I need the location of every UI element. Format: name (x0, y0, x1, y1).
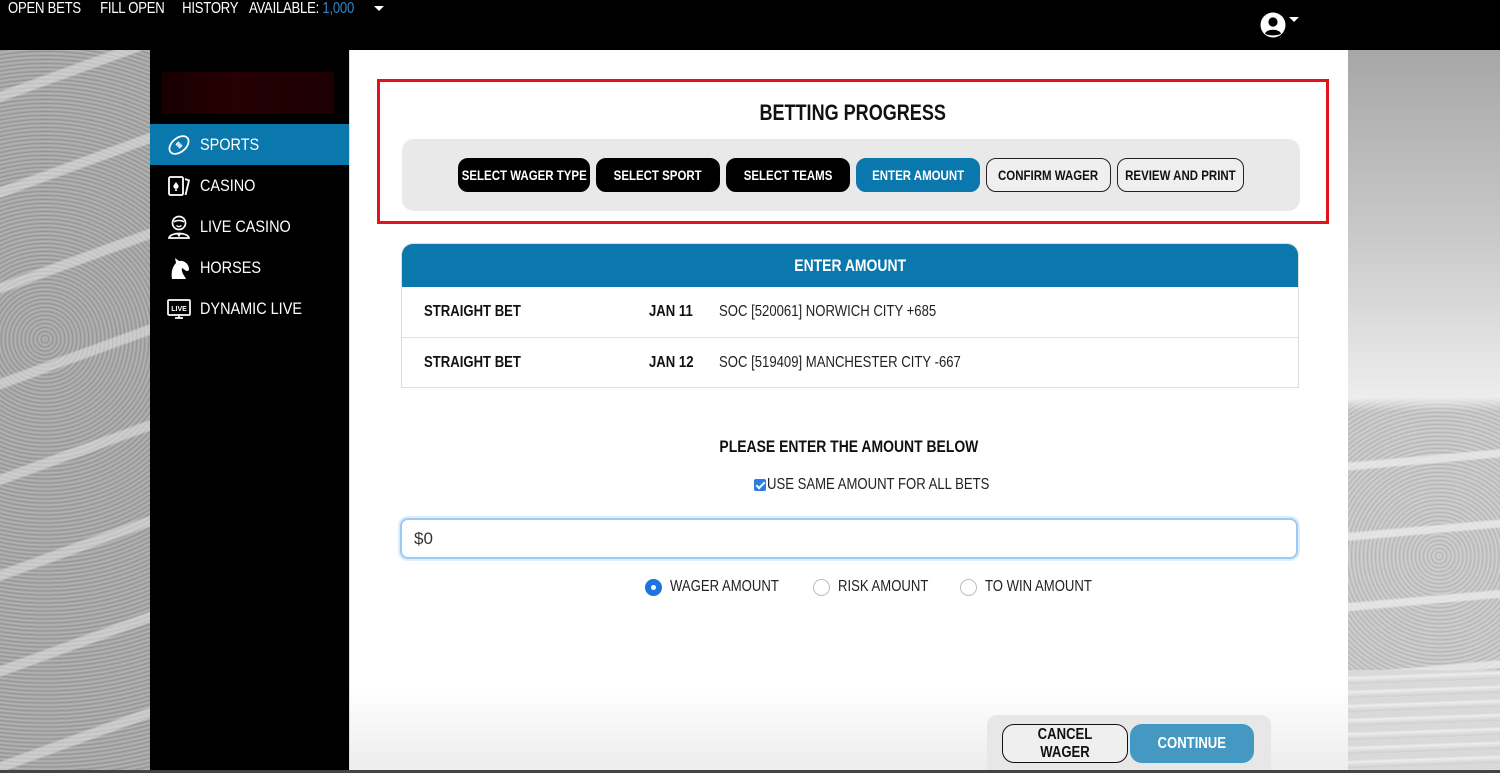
nav-fill-open-label: FILL OPEN (100, 0, 165, 17)
available-amount: 1,000 (322, 0, 355, 17)
same-amount-checkbox[interactable] (754, 479, 766, 491)
bet-date: JAN 11 (649, 303, 693, 320)
sidebar-item-casino[interactable]: CASINO (150, 165, 349, 206)
nav-open-bets-label: OPEN BETS (8, 0, 81, 17)
wager-actions: CANCEL WAGER CONTINUE (987, 715, 1271, 773)
step-select-wager-type[interactable]: SELECT WAGER TYPE (458, 158, 590, 192)
bet-type: STRAIGHT BET (424, 303, 521, 320)
bet-date: JAN 12 (649, 354, 694, 371)
bet-row: STRAIGHT BET JAN 12 SOC [519409] MANCHES… (402, 338, 1298, 387)
sidebar-item-horses[interactable]: HORSES (150, 247, 349, 288)
step-review-and-print[interactable]: REVIEW AND PRINT (1117, 158, 1244, 192)
sidebar-item-sports[interactable]: SPORTS (150, 124, 349, 165)
sidebar-item-label: LIVE CASINO (200, 216, 291, 236)
step-confirm-wager[interactable]: CONFIRM WAGER (986, 158, 1111, 192)
radio-label: WAGER AMOUNT (670, 578, 779, 595)
sidebar-item-label: SPORTS (200, 134, 260, 154)
brand-logo[interactable] (162, 72, 334, 114)
sidebar-item-label: HORSES (200, 257, 262, 277)
radio-to-win-amount[interactable]: TO WIN AMOUNT (959, 578, 1115, 596)
available-label: AVAILABLE: (249, 0, 320, 17)
horse-head-icon (166, 255, 192, 281)
nav-history[interactable]: HISTORY (176, 0, 244, 17)
nav-open-bets[interactable]: OPEN BETS (0, 0, 89, 17)
playing-cards-icon (166, 173, 192, 199)
cancel-wager-button[interactable]: CANCEL WAGER (1002, 724, 1128, 763)
nav-fill-open[interactable]: FILL OPEN (93, 0, 172, 17)
main-panel: BETTING PROGRESS SELECT WAGER TYPE SELEC… (349, 50, 1348, 773)
enter-amount-header: ENTER AMOUNT (402, 244, 1298, 287)
betting-progress-title: BETTING PROGRESS (759, 100, 947, 125)
radio-button[interactable] (645, 578, 662, 596)
step-select-teams[interactable]: SELECT TEAMS (726, 158, 850, 192)
amount-input[interactable] (400, 518, 1298, 559)
background-stadium-image-right (1348, 50, 1500, 773)
chevron-down-icon (1289, 16, 1299, 22)
same-amount-option[interactable]: USE SAME AMOUNT FOR ALL BETS (754, 476, 1038, 494)
user-menu[interactable] (1260, 12, 1299, 38)
background-field-image (1348, 670, 1500, 773)
dealer-icon (166, 214, 192, 240)
top-bar: OPEN BETS FILL OPEN HISTORY AVAILABLE: 1… (0, 0, 1500, 50)
user-circle-icon (1260, 12, 1286, 38)
radio-label: TO WIN AMOUNT (984, 578, 1092, 595)
enter-amount-prompt: PLEASE ENTER THE AMOUNT BELOW (719, 437, 979, 456)
radio-risk-amount[interactable]: RISK AMOUNT (812, 578, 948, 596)
betting-progress-panel: BETTING PROGRESS SELECT WAGER TYPE SELEC… (377, 79, 1329, 224)
sidebar: SPORTS CASINO LIVE CASINO HORSES LIVE DY… (150, 50, 349, 773)
same-amount-label: USE SAME AMOUNT FOR ALL BETS (767, 476, 990, 493)
amount-type-radio-group: WAGER AMOUNT RISK AMOUNT TO WIN AMOUNT (645, 578, 1129, 596)
sidebar-item-dynamic-live[interactable]: LIVE DYNAMIC LIVE (150, 288, 349, 329)
radio-button[interactable] (959, 578, 977, 596)
chevron-down-icon (373, 6, 384, 12)
sidebar-item-live-casino[interactable]: LIVE CASINO (150, 206, 349, 247)
svg-text:LIVE: LIVE (171, 306, 187, 313)
radio-wager-amount[interactable]: WAGER AMOUNT (645, 578, 803, 596)
progress-steps: SELECT WAGER TYPE SELECT SPORT SELECT TE… (402, 139, 1300, 211)
bet-description: SOC [520061] NORWICH CITY +685 (719, 303, 937, 320)
background-stadium-image-left (0, 50, 150, 773)
bet-row: STRAIGHT BET JAN 11 SOC [520061] NORWICH… (402, 287, 1298, 338)
live-tv-icon: LIVE (166, 296, 192, 322)
continue-button[interactable]: CONTINUE (1130, 724, 1254, 763)
step-enter-amount[interactable]: ENTER AMOUNT (856, 158, 980, 192)
nav-history-label: HISTORY (182, 0, 239, 17)
step-select-sport[interactable]: SELECT SPORT (596, 158, 720, 192)
available-balance-dropdown[interactable]: AVAILABLE: 1,000 (249, 0, 392, 17)
sidebar-item-label: CASINO (200, 175, 256, 195)
football-icon (166, 132, 192, 158)
bet-type: STRAIGHT BET (424, 354, 521, 371)
radio-button[interactable] (812, 578, 830, 596)
radio-label: RISK AMOUNT (837, 578, 929, 595)
enter-amount-card: ENTER AMOUNT STRAIGHT BET JAN 11 SOC [52… (401, 243, 1299, 388)
sidebar-item-label: DYNAMIC LIVE (200, 298, 302, 318)
bet-description: SOC [519409] MANCHESTER CITY -667 (719, 354, 961, 371)
